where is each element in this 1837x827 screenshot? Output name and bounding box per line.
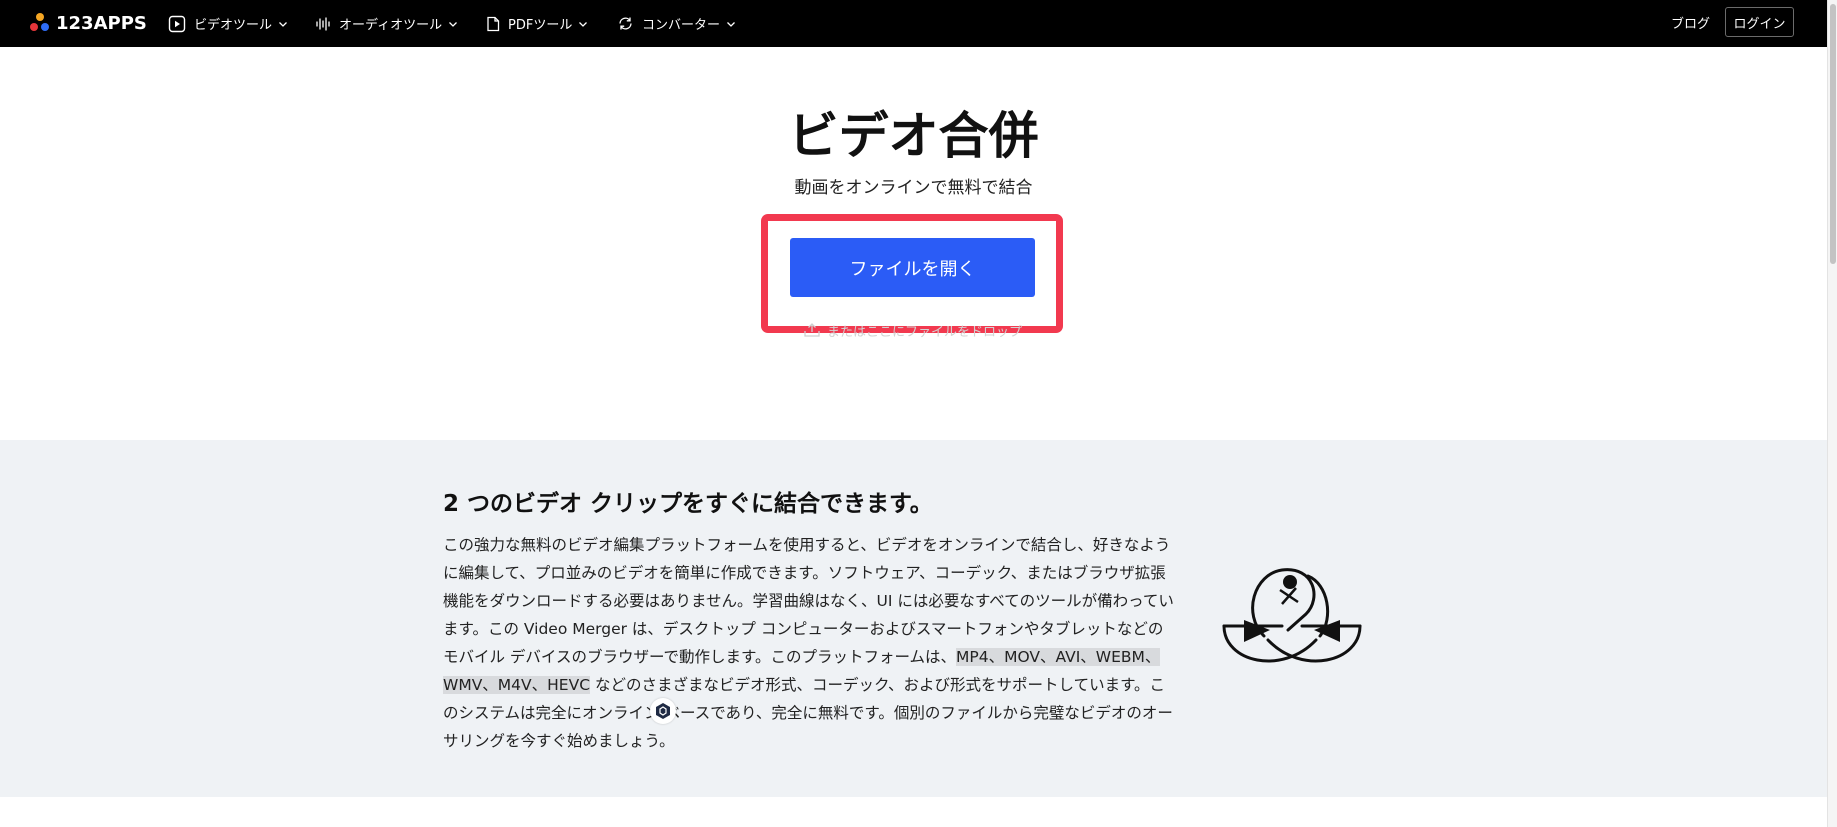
- page-scrollbar[interactable]: [1827, 0, 1837, 827]
- nav-audio-tools-label: オーディオツール: [339, 18, 443, 33]
- logo-dots-icon: [30, 13, 50, 33]
- chevron-down-icon: [279, 21, 287, 27]
- logo-text: 123APPS: [56, 12, 147, 34]
- chevron-down-icon: [449, 21, 458, 27]
- convert-icon: [619, 17, 632, 30]
- nav-converter-label: コンバーター: [642, 18, 721, 33]
- nav-pdf-tools[interactable]: PDFツール: [486, 0, 588, 47]
- drop-hint-label: またはここにファイルをドロップ: [827, 324, 1023, 340]
- drop-zone-hint[interactable]: またはここにファイルをドロップ: [803, 320, 1022, 340]
- waveform-icon: [316, 16, 330, 31]
- info-section: 2 つのビデオ クリップをすぐに結合できます。 この強力な無料のビデオ編集プラッ…: [0, 440, 1827, 797]
- login-button[interactable]: ログイン: [1725, 7, 1794, 37]
- translate-widget-icon[interactable]: [650, 698, 676, 724]
- nav-converter[interactable]: コンバーター: [617, 0, 736, 47]
- swans-illustration: [1222, 568, 1362, 663]
- nav-audio-tools[interactable]: オーディオツール: [315, 0, 458, 47]
- nav-pdf-tools-label: PDFツール: [508, 18, 573, 33]
- nav-video-tools-label: ビデオツール: [194, 18, 273, 33]
- info-title: 2 つのビデオ クリップをすぐに結合できます。: [443, 491, 933, 517]
- play-circle-icon: [168, 15, 186, 32]
- scrollbar-thumb[interactable]: [1830, 4, 1836, 264]
- chevron-down-icon: [579, 21, 588, 27]
- upload-icon: [804, 323, 820, 337]
- chevron-down-icon: [727, 21, 735, 27]
- info-description: この強力な無料のビデオ編集プラットフォームを使用すると、ビデオをオンラインで結合…: [443, 531, 1176, 755]
- page-subtitle: 動画をオンラインで無料で結合: [794, 178, 1033, 198]
- nav-video-tools[interactable]: ビデオツール: [168, 0, 288, 47]
- document-icon: [487, 16, 500, 31]
- top-navigation-bar: 123APPS ビデオツール オーディオツール PDFツール コンバーター ブロ…: [0, 0, 1827, 47]
- blog-link[interactable]: ブログ: [1671, 13, 1710, 32]
- info-text-part-1: この強力な無料のビデオ編集プラットフォームを使用すると、ビデオをオンラインで結合…: [443, 536, 1174, 666]
- page-title: ビデオ合併: [788, 107, 1039, 165]
- logo[interactable]: 123APPS: [30, 11, 147, 35]
- open-file-button[interactable]: ファイルを開く: [790, 238, 1035, 297]
